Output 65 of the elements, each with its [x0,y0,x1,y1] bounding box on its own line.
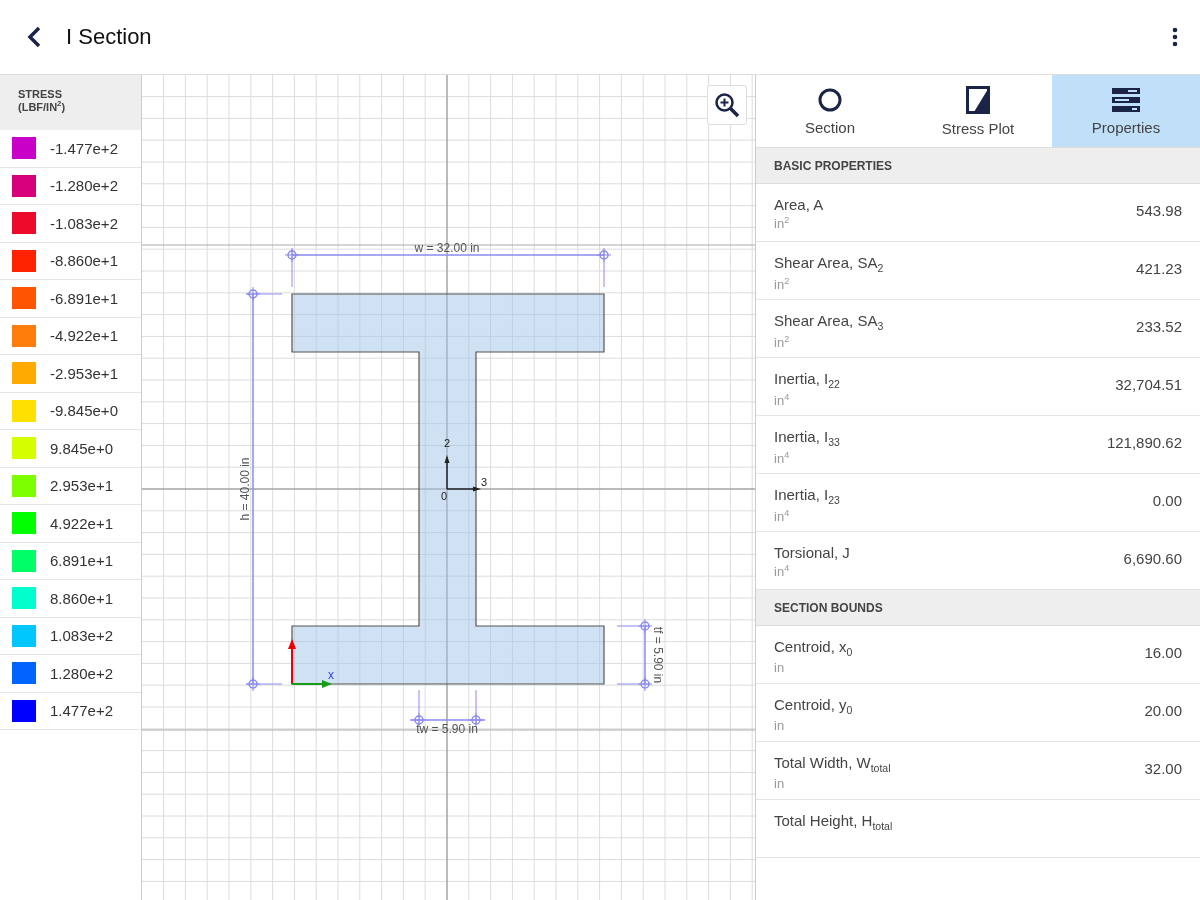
legend-title: STRESS (LBF/IN$^{2}$) [18,88,67,113]
legend-value: 1.477e+2 [50,702,113,720]
legend-value: 1.083e+2 [50,627,113,645]
axis-label: 0 [441,490,448,502]
property-label: Inertia, I$_{23}$ [774,486,840,506]
legend-value: -9.845e+0 [50,402,118,420]
section-heading: BASIC PROPERTIES [774,159,893,173]
section-heading: SECTION BOUNDS [774,601,883,615]
legend-value: 9.845e+0 [50,439,113,457]
property-label: Inertia, I$_{33}$ [774,428,840,448]
unit-label: in$^{4}$ [774,392,790,409]
property-label: Total Width, W$_{total}$ [774,754,891,774]
unit-label: in$^{4}$ [774,508,790,525]
half-square-icon [966,85,990,114]
dimension-label: tf = 5.90 in [651,626,665,684]
unit-label: in [774,718,785,733]
unit-label: in$^{4}$ [774,563,790,580]
legend-value: 6.891e+1 [50,552,113,570]
unit-label: in$^{2}$ [774,276,790,293]
property-label: Shear Area, SA$_{2}$ [774,254,884,274]
tab[interactable]: Properties [1052,75,1200,147]
property-label: Shear Area, SA$_{3}$ [774,312,884,332]
property-label: Total Height, H$_{total}$ [774,812,893,832]
property-label: Area, A [774,196,824,213]
zoom-button[interactable] [707,85,747,125]
property-value: 32.00 [1144,760,1182,779]
circle-icon [817,86,843,113]
property-value: 6,690.60 [1123,550,1182,569]
list-icon [1112,86,1140,113]
legend-value: -4.922e+1 [50,327,118,345]
legend-value: 4.922e+1 [50,514,113,532]
property-value: 233.52 [1136,318,1182,337]
property-label: Centroid, x$_{0}$ [774,638,853,658]
legend-value: -1.477e+2 [50,139,118,157]
property-value: 16.00 [1144,644,1182,663]
legend-value: 1.280e+2 [50,664,113,682]
property-label: Inertia, I$_{22}$ [774,370,840,390]
legend-value: 8.860e+1 [50,589,113,607]
more-menu-button[interactable] [1172,27,1178,47]
dimension-label: tw = 5.90 in [416,722,478,736]
legend-value: 2.953e+1 [50,477,113,495]
property-value: 32,704.51 [1115,376,1182,395]
dimension-label: w = 32.00 in [414,241,480,255]
legend-value: -8.860e+1 [50,252,118,270]
unit-label: in [774,776,785,791]
property-value: 121,890.62 [1106,434,1182,453]
unit-label: in$^{4}$ [774,450,790,467]
unit-label: in$^{2}$ [774,334,790,351]
property-label: Torsional, J [774,544,850,561]
property-value: 20.00 [1144,702,1182,721]
dimension-label: h = 40.00 in [238,457,252,521]
unit-label: in [774,660,785,675]
page-title: I Section [66,24,153,50]
legend-value: -2.953e+1 [50,364,118,382]
property-label: Centroid, y$_{0}$ [774,696,853,716]
property-value: 421.23 [1136,260,1182,279]
legend-value: -1.280e+2 [50,177,118,195]
unit-label: in$^{2}$ [774,215,790,232]
legend-value: -1.083e+2 [50,214,118,232]
axis-label: x [328,668,334,682]
legend-value: -6.891e+1 [50,289,118,307]
axis-label: 3 [481,476,488,488]
property-value: 543.98 [1136,202,1182,221]
axis-label: 2 [444,437,451,449]
property-value: 0.00 [1152,492,1182,511]
